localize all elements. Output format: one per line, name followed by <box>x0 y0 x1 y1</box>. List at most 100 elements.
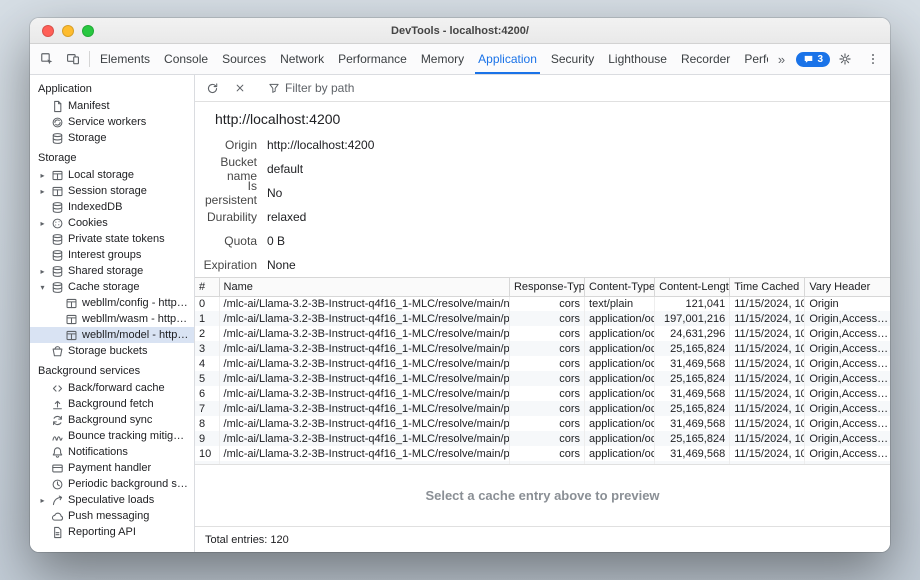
column-header-time-cached[interactable]: Time Cached <box>730 278 805 296</box>
issues-badge[interactable]: 3 <box>796 52 830 67</box>
sidebar-item-session-storage[interactable]: ▸Session storage <box>30 183 194 199</box>
meta-label: Quota <box>195 234 257 248</box>
more-tabs-button[interactable]: » <box>768 52 794 67</box>
table-row[interactable]: 2/mlc-ai/Llama-3.2-3B-Instruct-q4f16_1-M… <box>195 326 890 341</box>
sidebar-item-label: Bounce tracking mitigations <box>68 430 190 442</box>
table-row[interactable]: 9/mlc-ai/Llama-3.2-3B-Instruct-q4f16_1-M… <box>195 431 890 446</box>
sidebar-item-push-messaging[interactable]: Push messaging <box>30 508 194 524</box>
sidebar-item-payment-handler[interactable]: Payment handler <box>30 460 194 476</box>
table-row[interactable]: 1/mlc-ai/Llama-3.2-3B-Instruct-q4f16_1-M… <box>195 311 890 326</box>
meta-value: default <box>267 162 303 176</box>
cell-time-cached: 11/15/2024, 10… <box>730 326 805 341</box>
cell-time-cached: 11/15/2024, 10… <box>730 446 805 461</box>
table-icon <box>65 313 78 326</box>
disclosure-arrow[interactable]: ▸ <box>38 171 47 180</box>
tab-recorder[interactable]: Recorder <box>674 44 737 74</box>
kebab-icon <box>866 52 880 66</box>
sidebar-item-reporting-api[interactable]: Reporting API <box>30 524 194 540</box>
column-header-response-type[interactable]: Response-Type <box>509 278 584 296</box>
table-row[interactable]: 4/mlc-ai/Llama-3.2-3B-Instruct-q4f16_1-M… <box>195 356 890 371</box>
sidebar-item-service-workers[interactable]: Service workers <box>30 114 194 130</box>
more-menu-icon[interactable] <box>860 52 886 66</box>
tab-memory[interactable]: Memory <box>414 44 471 74</box>
sidebar-item-notifications[interactable]: Notifications <box>30 444 194 460</box>
tab-lighthouse[interactable]: Lighthouse <box>601 44 674 74</box>
cell-response-type: cors <box>509 431 584 446</box>
sidebar-item-speculative-loads[interactable]: ▸Speculative loads <box>30 492 194 508</box>
gear-icon <box>838 52 852 66</box>
sidebar-item-cookies[interactable]: ▸Cookies <box>30 215 194 231</box>
disclosure-arrow[interactable]: ▸ <box>38 267 47 276</box>
cell-content-length: 31,469,568 <box>655 416 730 431</box>
sidebar-item-private-state-tokens[interactable]: Private state tokens <box>30 231 194 247</box>
disclosure-arrow[interactable]: ▾ <box>38 283 47 292</box>
sidebar-item-webllm-wasm-http-loca[interactable]: webllm/wasm - http://loca… <box>30 311 194 327</box>
sidebar-item-storage-buckets[interactable]: Storage buckets <box>30 343 194 359</box>
sidebar-item-local-storage[interactable]: ▸Local storage <box>30 167 194 183</box>
table-row[interactable]: 10/mlc-ai/Llama-3.2-3B-Instruct-q4f16_1-… <box>195 446 890 461</box>
database-icon <box>51 201 64 214</box>
sidebar-item-periodic-background-sync[interactable]: Periodic background sync <box>30 476 194 492</box>
cell-name: /mlc-ai/Llama-3.2-3B-Instruct-q4f16_1-ML… <box>219 446 509 461</box>
inspect-element-icon[interactable] <box>34 44 60 74</box>
sidebar-item-interest-groups[interactable]: Interest groups <box>30 247 194 263</box>
sidebar-item-manifest[interactable]: Manifest <box>30 98 194 114</box>
cell-response-type: cors <box>509 356 584 371</box>
sidebar-item-label: Push messaging <box>68 510 149 522</box>
table-row[interactable]: 6/mlc-ai/Llama-3.2-3B-Instruct-q4f16_1-M… <box>195 386 890 401</box>
tab-console[interactable]: Console <box>157 44 215 74</box>
sidebar-item-webllm-model-http-loc[interactable]: webllm/model - http://loc… <box>30 327 194 343</box>
column-header-[interactable]: # <box>195 278 219 296</box>
cell-content-length: 24,631,296 <box>655 326 730 341</box>
desktop: DevTools - localhost:4200/ ElementsConso… <box>0 0 920 580</box>
disclosure-arrow[interactable]: ▸ <box>38 496 47 505</box>
cell-name: /mlc-ai/Llama-3.2-3B-Instruct-q4f16_1-ML… <box>219 401 509 416</box>
zoom-window-button[interactable] <box>82 25 94 37</box>
back-forward-icon <box>51 382 64 395</box>
sidebar-section-application: Application <box>30 77 194 98</box>
cell-time-cached: 11/15/2024, 10… <box>730 356 805 371</box>
filter-by-path-input[interactable]: Filter by path <box>264 81 358 95</box>
meta-row-durability: Durabilityrelaxed <box>195 205 890 229</box>
table-row[interactable]: 3/mlc-ai/Llama-3.2-3B-Instruct-q4f16_1-M… <box>195 341 890 356</box>
table-row[interactable]: 8/mlc-ai/Llama-3.2-3B-Instruct-q4f16_1-M… <box>195 416 890 431</box>
sidebar-item-label: Payment handler <box>68 462 151 474</box>
tab-performance-insights[interactable]: Performance insights <box>737 44 768 74</box>
column-header-content-length[interactable]: Content-Length <box>655 278 730 296</box>
delete-selected-icon[interactable] <box>227 82 253 94</box>
column-header-vary-header[interactable]: Vary Header <box>805 278 890 296</box>
sidebar-item-storage[interactable]: Storage <box>30 130 194 146</box>
table-row[interactable]: 7/mlc-ai/Llama-3.2-3B-Instruct-q4f16_1-M… <box>195 401 890 416</box>
cell-name: /mlc-ai/Llama-3.2-3B-Instruct-q4f16_1-ML… <box>219 431 509 446</box>
settings-gear-icon[interactable] <box>832 52 858 66</box>
sidebar-item-background-fetch[interactable]: Background fetch <box>30 396 194 412</box>
refresh-icon[interactable] <box>199 82 225 95</box>
tab-application[interactable]: Application <box>471 44 544 74</box>
sidebar-item-bounce-tracking-mitigations[interactable]: Bounce tracking mitigations <box>30 428 194 444</box>
sidebar-item-cache-storage[interactable]: ▾Cache storage <box>30 279 194 295</box>
cell-response-type: cors <box>509 371 584 386</box>
device-toolbar-icon[interactable] <box>60 44 86 74</box>
minimize-window-button[interactable] <box>62 25 74 37</box>
tab-elements[interactable]: Elements <box>93 44 157 74</box>
tab-security[interactable]: Security <box>544 44 601 74</box>
sidebar-item-back-forward-cache[interactable]: Back/forward cache <box>30 380 194 396</box>
disclosure-arrow[interactable]: ▸ <box>38 187 47 196</box>
sidebar-item-webllm-config-http-loc[interactable]: webllm/config - http://loc… <box>30 295 194 311</box>
sidebar-item-background-sync[interactable]: Background sync <box>30 412 194 428</box>
column-header-content-type[interactable]: Content-Type <box>585 278 655 296</box>
column-header-name[interactable]: Name <box>219 278 509 296</box>
table-row[interactable]: 5/mlc-ai/Llama-3.2-3B-Instruct-q4f16_1-M… <box>195 371 890 386</box>
cell-vary-header: Origin,Access… <box>805 446 890 461</box>
sidebar-item-shared-storage[interactable]: ▸Shared storage <box>30 263 194 279</box>
cache-metadata: Originhttp://localhost:4200Bucket namede… <box>195 133 890 277</box>
sidebar-item-indexeddb[interactable]: IndexedDB <box>30 199 194 215</box>
tab-performance[interactable]: Performance <box>331 44 414 74</box>
close-window-button[interactable] <box>42 25 54 37</box>
table-row[interactable]: 0/mlc-ai/Llama-3.2-3B-Instruct-q4f16_1-M… <box>195 296 890 311</box>
tab-sources[interactable]: Sources <box>215 44 273 74</box>
disclosure-arrow[interactable]: ▸ <box>38 219 47 228</box>
tab-network[interactable]: Network <box>273 44 331 74</box>
cell-content-type: application/oc… <box>585 431 655 446</box>
cell-content-type: application/oc… <box>585 341 655 356</box>
